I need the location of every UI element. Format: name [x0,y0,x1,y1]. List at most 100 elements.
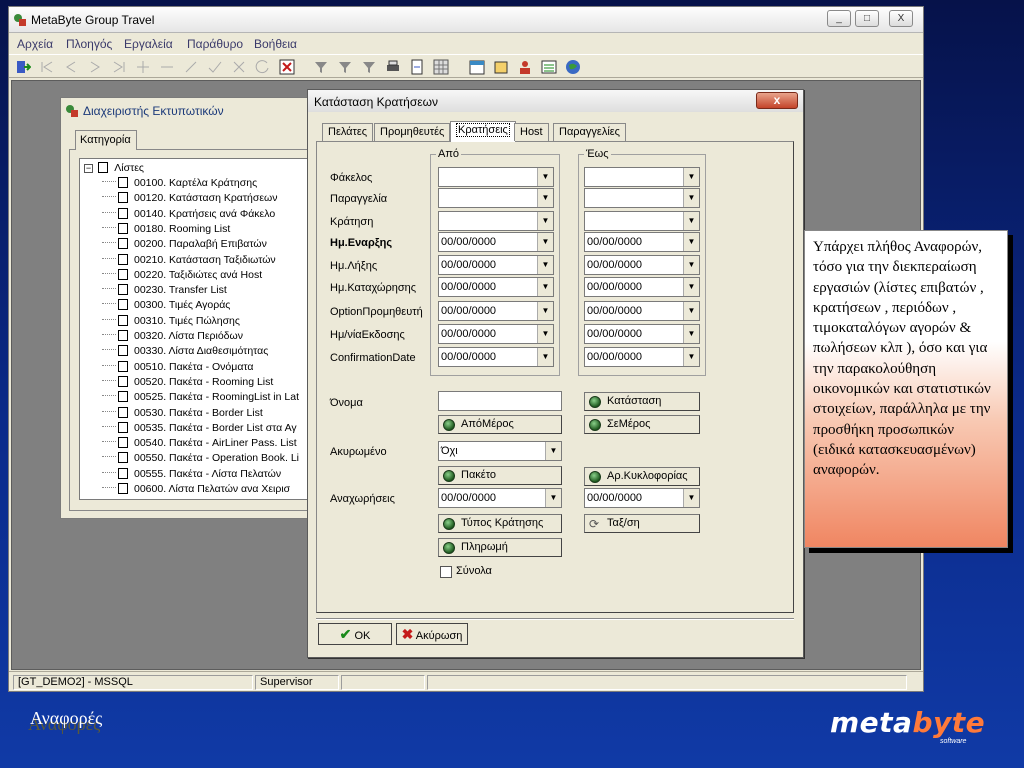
ok-button[interactable]: ✔ OK [318,623,392,645]
delete-record-icon[interactable] [159,59,175,75]
booking-type-button[interactable]: Τύπος Κράτησης [438,514,562,533]
cancelled-select[interactable]: Όχι ▼ [438,441,562,461]
chevron-down-icon[interactable]: ▼ [537,233,553,251]
filter-icon[interactable] [313,59,329,75]
menu-files[interactable]: Αρχεία [17,37,53,51]
tree-item[interactable]: 00200. Παραλαβή Επιβατών [102,237,267,252]
tree-item[interactable]: 00510. Πακέτα - Ονόματα [102,360,253,375]
menu-window[interactable]: Παράθυρο [187,37,243,51]
tree-item[interactable]: 00140. Κρατήσεις ανά Φάκελο [102,207,275,222]
field-from-select[interactable]: ▼ [438,211,554,231]
chevron-down-icon[interactable]: ▼ [537,325,553,343]
name-input[interactable] [438,391,562,411]
departures-to-select[interactable]: 00/00/0000 ▼ [584,488,700,508]
chevron-down-icon[interactable]: ▼ [545,489,561,507]
tab-bookings[interactable]: Κρατήσεις [450,121,516,142]
chevron-down-icon[interactable]: ▼ [537,212,553,230]
print-icon[interactable] [385,59,401,75]
dialog-close-button[interactable]: x [756,92,798,109]
report-tree[interactable]: − Λίστες 00100. Καρτέλα Κράτησης 00120. Κ… [79,158,313,500]
chevron-down-icon[interactable]: ▼ [545,442,561,460]
last-record-icon[interactable] [111,59,127,75]
cancel-button[interactable]: ✖ Ακύρωση [396,623,468,645]
tree-item[interactable]: 00535. Πακέτα - Border List στα Αγ [102,421,297,436]
tree-item[interactable]: 00310. Τιμές Πώλησης [102,314,240,329]
chevron-down-icon[interactable]: ▼ [683,256,699,274]
sort-button[interactable]: ⟳ Ταξ/ση [584,514,700,533]
field-from-select[interactable]: 00/00/0000 ▼ [438,277,554,297]
field-from-select[interactable]: 00/00/0000 ▼ [438,301,554,321]
tree-item[interactable]: 00220. Ταξιδιώτες ανά Host [102,268,262,283]
chevron-down-icon[interactable]: ▼ [537,302,553,320]
field-from-select[interactable]: ▼ [438,188,554,208]
field-from-select[interactable]: ▼ [438,167,554,187]
field-to-select[interactable]: ▼ [584,167,700,187]
menu-navigator[interactable]: Πλοηγός [66,37,112,51]
tree-item[interactable]: 00600. Λίστα Πελατών ανα Χειρισ [102,482,290,497]
tab-orders[interactable]: Παραγγελίες [553,123,626,141]
menu-tools[interactable]: Εργαλεία [124,37,173,51]
chevron-down-icon[interactable]: ▼ [537,256,553,274]
tree-item[interactable]: 00230. Transfer List [102,283,227,298]
chevron-down-icon[interactable]: ▼ [537,348,553,366]
apomeros-button[interactable]: ΑπόΜέρος [438,415,562,434]
tree-item[interactable]: 00320. Λίστα Περιόδων [102,329,243,344]
tree-item[interactable]: 00550. Πακέτα - Operation Book. Li [102,451,299,466]
add-record-icon[interactable] [135,59,151,75]
field-from-select[interactable]: 00/00/0000 ▼ [438,255,554,275]
chevron-down-icon[interactable]: ▼ [537,168,553,186]
tree-item[interactable]: 00540. Πακέτα - AirLiner Pass. List [102,436,297,451]
filter-remove-icon[interactable] [361,59,377,75]
field-to-select[interactable]: 00/00/0000 ▼ [584,301,700,321]
package-button[interactable]: Πακέτο [438,466,562,485]
field-to-select[interactable]: ▼ [584,211,700,231]
grid-icon[interactable] [433,59,449,75]
tree-item[interactable]: 00300. Τιμές Αγοράς [102,298,230,313]
edit-record-icon[interactable] [183,59,199,75]
chevron-down-icon[interactable]: ▼ [537,189,553,207]
exit-icon[interactable] [15,59,31,75]
tree-item[interactable]: 00555. Πακέτα - Λίστα Πελατών [102,467,281,482]
tree-item[interactable]: 00180. Rooming List [102,222,230,237]
filter-add-icon[interactable] [337,59,353,75]
list-icon[interactable] [541,59,557,75]
chevron-down-icon[interactable]: ▼ [683,348,699,366]
field-from-select[interactable]: 00/00/0000 ▼ [438,232,554,252]
tree-item[interactable]: 00520. Πακέτα - Rooming List [102,375,273,390]
tree-item[interactable]: 00530. Πακέτα - Border List [102,406,263,421]
chevron-down-icon[interactable]: ▼ [683,189,699,207]
save-record-icon[interactable] [207,59,223,75]
previous-record-icon[interactable] [63,59,79,75]
menu-help[interactable]: Βοήθεια [254,37,297,51]
refresh-icon[interactable] [255,59,271,75]
semeros-button[interactable]: ΣεΜέρος [584,415,700,434]
status-button[interactable]: Κατάσταση [584,392,700,411]
field-to-select[interactable]: 00/00/0000 ▼ [584,277,700,297]
maximize-button[interactable]: □ [855,10,879,27]
circulation-button[interactable]: Αρ.Κυκλοφορίας [584,467,700,486]
first-record-icon[interactable] [39,59,55,75]
next-record-icon[interactable] [87,59,103,75]
close-form-icon[interactable] [279,59,295,75]
user-icon[interactable] [517,59,533,75]
chevron-down-icon[interactable]: ▼ [683,233,699,251]
chevron-down-icon[interactable]: ▼ [537,278,553,296]
chevron-down-icon[interactable]: ▼ [683,212,699,230]
tab-category[interactable]: Κατηγορία [75,130,137,150]
close-button[interactable]: X [889,10,913,27]
tree-item[interactable]: 00120. Κατάσταση Κρατήσεων [102,191,277,206]
totals-checkbox[interactable] [440,566,452,578]
chevron-down-icon[interactable]: ▼ [683,302,699,320]
field-to-select[interactable]: 00/00/0000 ▼ [584,324,700,344]
chevron-down-icon[interactable]: ▼ [683,489,699,507]
tree-root[interactable]: − Λίστες [84,161,144,176]
field-to-select[interactable]: 00/00/0000 ▼ [584,232,700,252]
preview-icon[interactable] [409,59,425,75]
globe-icon[interactable] [565,59,581,75]
tab-host[interactable]: Host [514,123,549,141]
payment-button[interactable]: Πληρωμή [438,538,562,557]
minimize-button[interactable]: _ [827,10,851,27]
chevron-down-icon[interactable]: ▼ [683,278,699,296]
tree-item[interactable]: 00210. Κατάσταση Ταξιδιωτών [102,253,276,268]
cancel-record-icon[interactable] [231,59,247,75]
